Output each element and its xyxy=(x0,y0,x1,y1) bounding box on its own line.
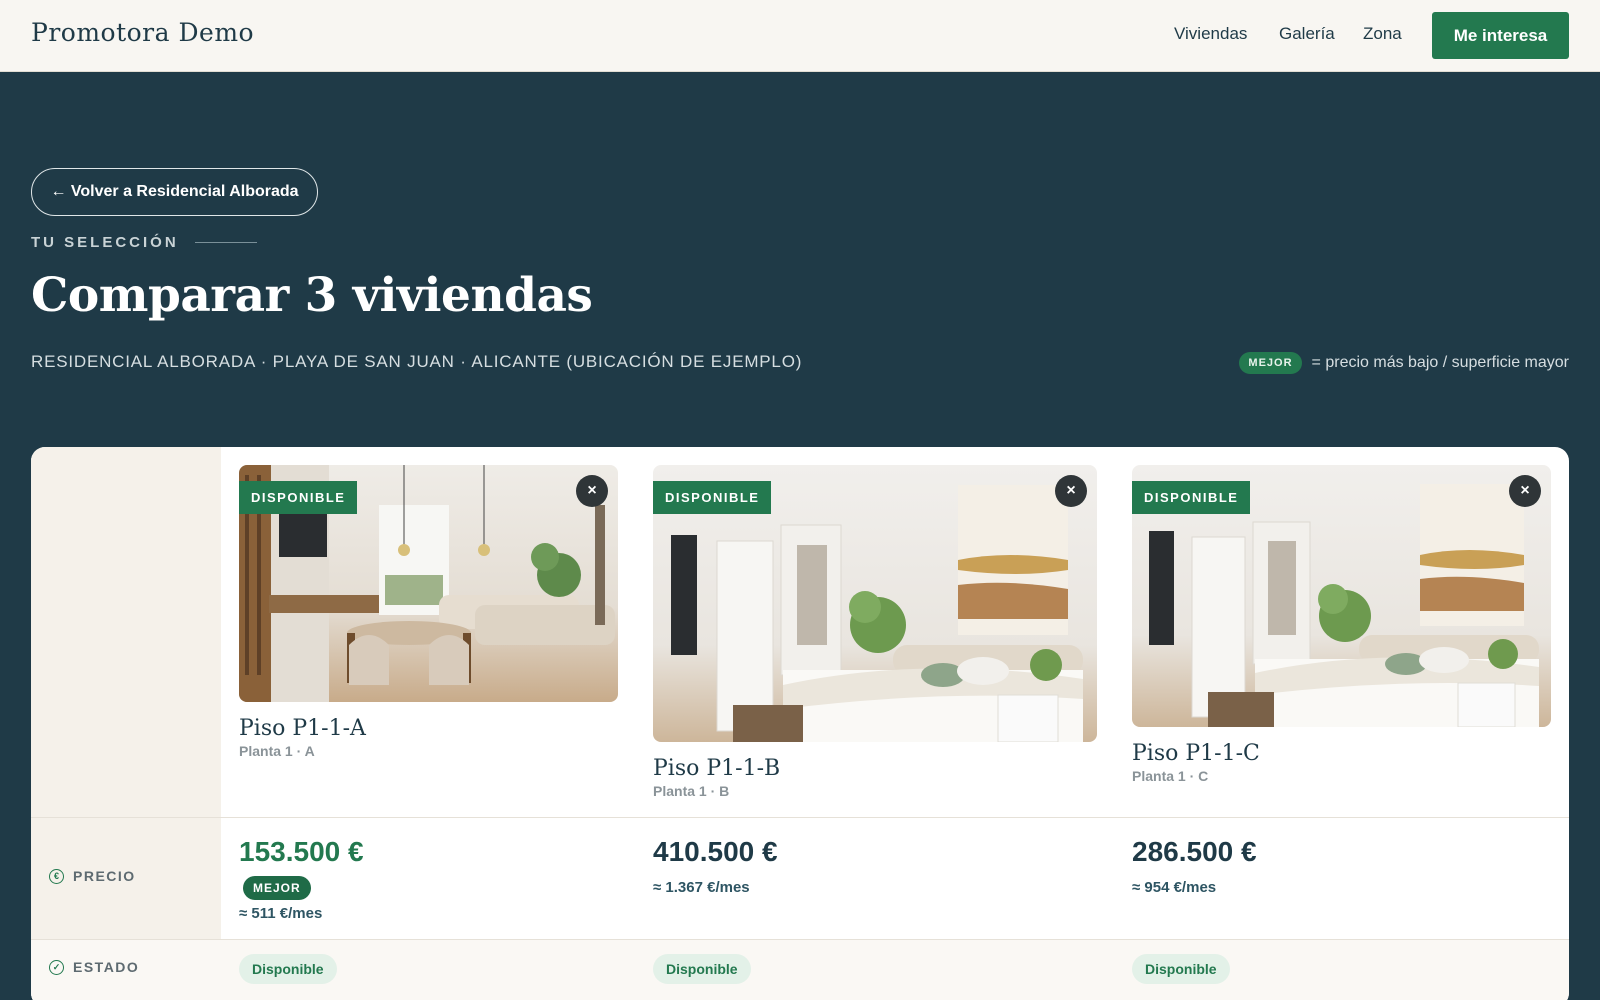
remove-unit-button[interactable]: × xyxy=(576,475,608,507)
status-label-text: ESTADO xyxy=(73,959,140,975)
status-badge: DISPONIBLE xyxy=(1132,481,1251,514)
remove-unit-button[interactable]: × xyxy=(1055,475,1087,507)
price-value: 153.500 € xyxy=(239,836,364,867)
euro-icon: € xyxy=(49,868,64,884)
status-badge: DISPONIBLE xyxy=(239,481,358,514)
legend-text: = precio más bajo / superficie mayor xyxy=(1311,354,1569,371)
monthly-payment: ≈ 511 €/mes xyxy=(239,905,323,922)
unit-name[interactable]: Piso P1-1-C xyxy=(1132,741,1551,766)
price-value: 410.500 € xyxy=(653,836,778,867)
unit-column: DISPONIBLE × Piso P1-1-B Planta 1 · B xyxy=(653,465,1097,799)
legend-badge: MEJOR xyxy=(1239,352,1302,374)
page-subtitle: RESIDENCIAL ALBORADA · PLAYA DE SAN JUAN… xyxy=(31,352,803,371)
status-pill: Disponible xyxy=(653,954,751,984)
top-navbar: Promotora Demo Viviendas Galería Zona Me… xyxy=(0,0,1600,72)
monthly-payment: ≈ 954 €/mes xyxy=(1132,879,1217,896)
unit-column: DISPONIBLE × Piso P1-1-C Planta 1 · C xyxy=(1132,465,1551,784)
back-button[interactable]: ← Volver a Residencial Alborada xyxy=(31,168,318,216)
unit-column: DISPONIBLE × Piso P1-1-A Planta 1 · A xyxy=(239,465,618,759)
status-row-label: ✓ ESTADO xyxy=(49,959,139,975)
price-value: 286.500 € xyxy=(1132,836,1257,867)
price-row-label: € PRECIO xyxy=(49,868,136,884)
eyebrow-text: TU SELECCIÓN xyxy=(31,234,179,251)
unit-floor: Planta 1 · C xyxy=(1132,768,1209,784)
header-divider xyxy=(31,817,1569,818)
nav-viviendas[interactable]: Viviendas xyxy=(1174,24,1247,44)
page-title: Comparar 3 viviendas xyxy=(31,268,593,323)
unit-floor: Planta 1 · A xyxy=(239,743,315,759)
me-interesa-button[interactable]: Me interesa xyxy=(1432,12,1569,59)
best-badge: MEJOR xyxy=(243,876,311,900)
status-pill: Disponible xyxy=(239,954,337,984)
monthly-payment: ≈ 1.367 €/mes xyxy=(653,879,750,896)
status-badge: DISPONIBLE xyxy=(653,481,772,514)
brand-logo[interactable]: Promotora Demo xyxy=(31,18,254,47)
check-circle-icon: ✓ xyxy=(49,959,64,975)
nav-galeria[interactable]: Galería xyxy=(1279,24,1335,44)
unit-photo[interactable]: DISPONIBLE × xyxy=(239,465,618,702)
unit-name[interactable]: Piso P1-1-B xyxy=(653,756,1097,781)
unit-floor: Planta 1 · B xyxy=(653,783,730,799)
unit-name[interactable]: Piso P1-1-A xyxy=(239,716,618,741)
comparison-table: DISPONIBLE × Piso P1-1-A Planta 1 · A DI… xyxy=(31,447,1569,1000)
price-label-text: PRECIO xyxy=(73,868,136,884)
eyebrow-divider xyxy=(194,242,257,243)
status-pill: Disponible xyxy=(1132,954,1230,984)
row-labels-column xyxy=(31,447,221,1000)
unit-photo[interactable]: DISPONIBLE × xyxy=(1132,465,1551,727)
unit-photo[interactable]: DISPONIBLE × xyxy=(653,465,1097,742)
eyebrow: TU SELECCIÓN xyxy=(31,234,257,251)
nav-zona[interactable]: Zona xyxy=(1363,24,1402,44)
best-legend: MEJOR = precio más bajo / superficie may… xyxy=(1239,352,1569,374)
remove-unit-button[interactable]: × xyxy=(1509,475,1541,507)
